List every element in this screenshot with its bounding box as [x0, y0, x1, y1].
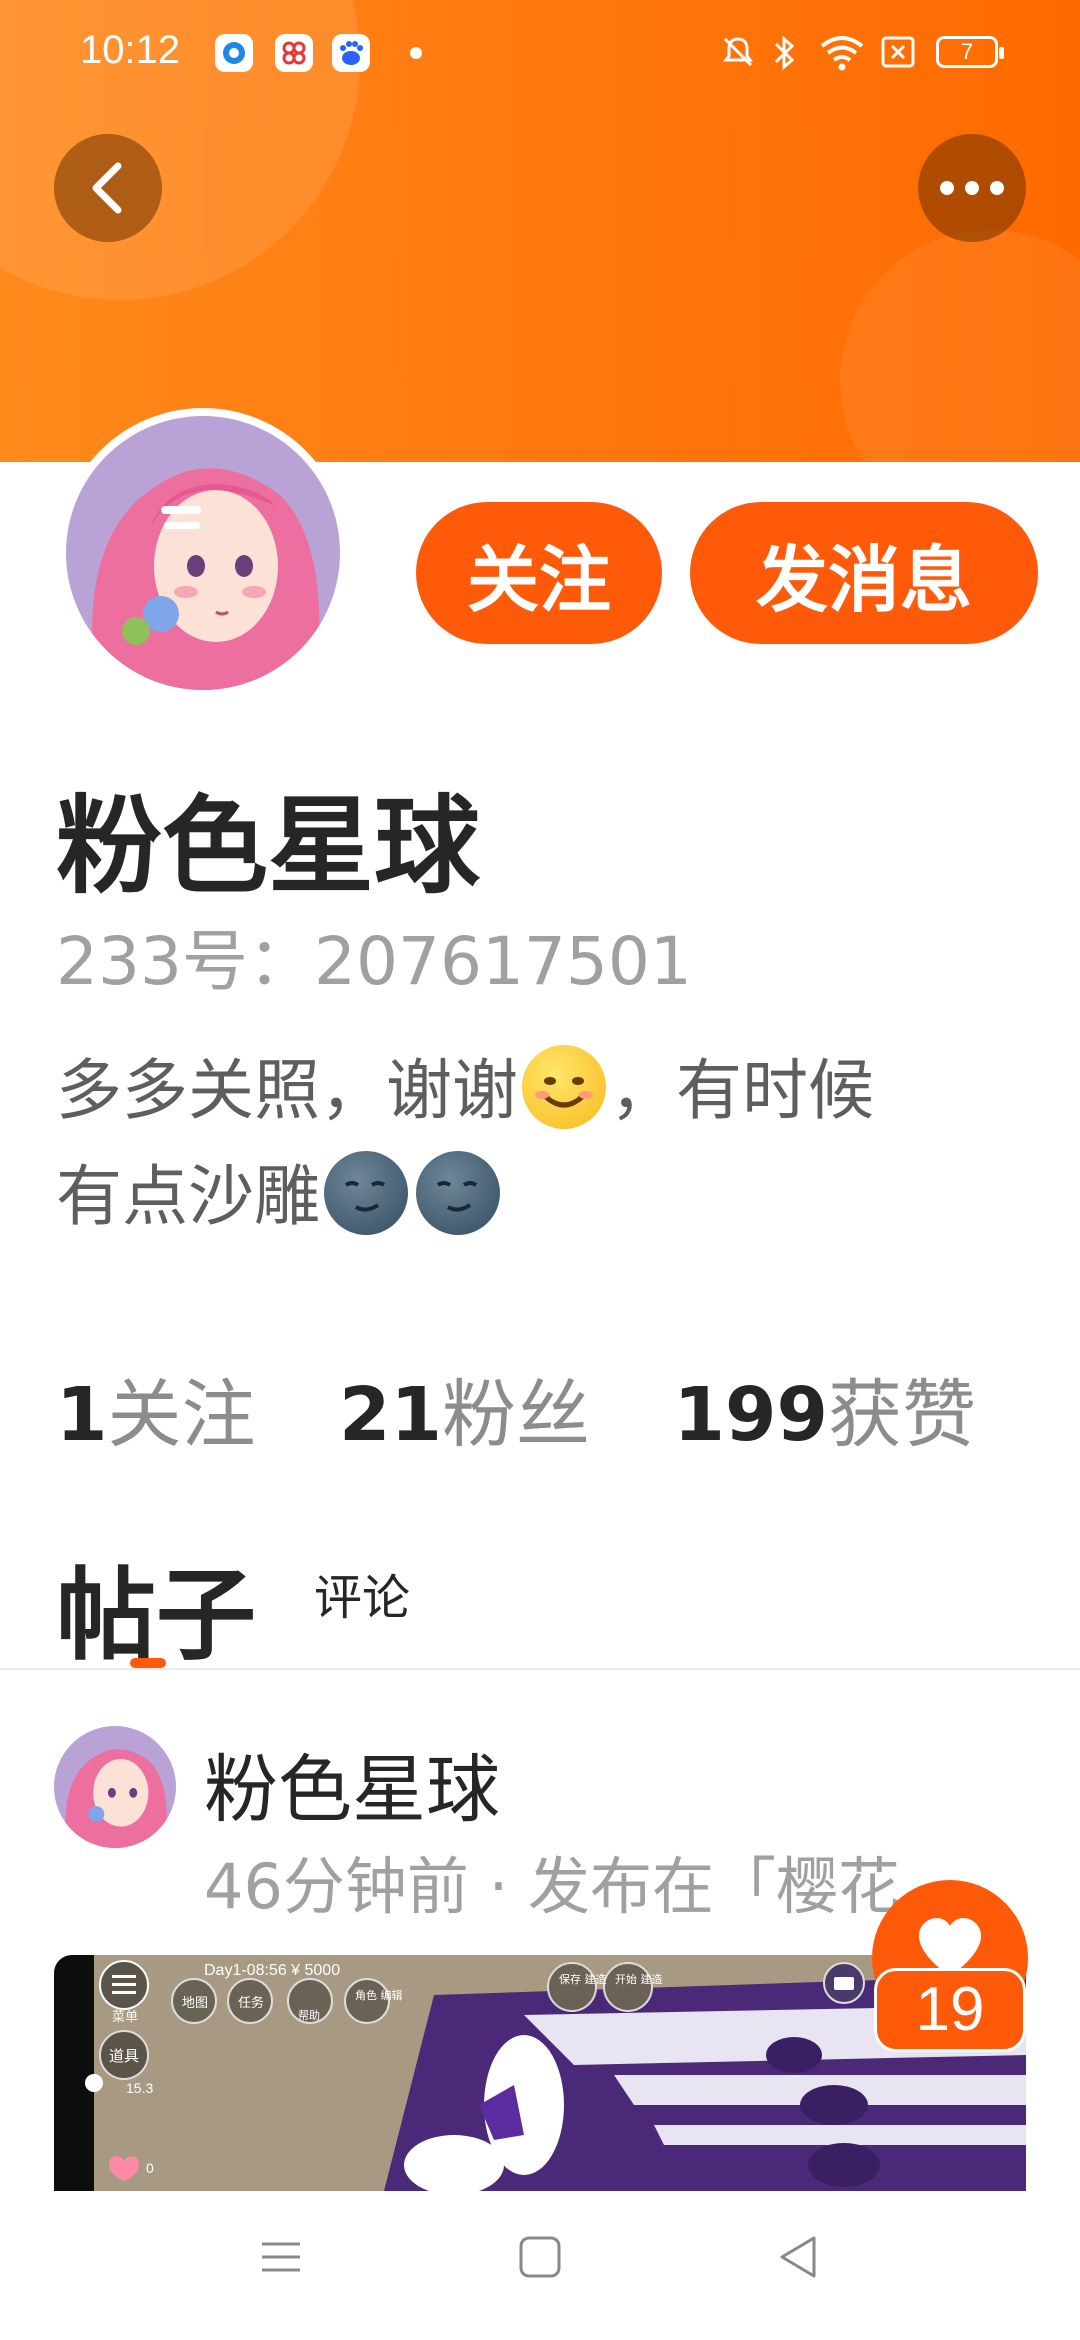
hud-menu-label: 菜单	[112, 2010, 138, 2025]
hud-map-label: 地图	[182, 1996, 208, 2011]
status-time: 10:12	[80, 28, 181, 72]
menu-icon[interactable]	[256, 2232, 306, 2282]
baidu-icon	[332, 34, 370, 72]
more-notifications-dot	[410, 47, 422, 59]
tab-comments[interactable]: 评论	[314, 1558, 410, 1628]
back-triangle-icon[interactable]	[774, 2232, 824, 2282]
wifi-icon	[820, 36, 864, 71]
followers-label: 粉丝	[442, 1372, 591, 1458]
following-label: 关注	[107, 1372, 256, 1458]
profile-header-banner: 10:12 7	[0, 0, 1080, 462]
home-square-icon[interactable]	[515, 2232, 565, 2282]
app-notification-icon	[215, 34, 253, 72]
likes-count: 199	[673, 1372, 829, 1458]
post-author-avatar[interactable]	[54, 1726, 176, 1848]
bio-text: 多多关照，谢谢	[56, 1052, 518, 1129]
bio-text: ，有时候	[610, 1052, 874, 1129]
profile-bio: 多多关照，谢谢 ，有时候 有点沙雕	[56, 1038, 1026, 1250]
send-message-button[interactable]: 发消息	[690, 502, 1038, 644]
active-tab-indicator	[130, 1658, 166, 1668]
hud-time-label: Day1-08:56 ¥ 5000	[204, 1962, 340, 1979]
hud-task-label: 任务	[238, 1995, 264, 2011]
hud-help-label: 帮助	[298, 2008, 320, 2022]
following-count: 1	[56, 1372, 108, 1458]
likes-stat[interactable]: 199获赞	[674, 1355, 976, 1462]
hud-save-build-label: 保存 建造	[559, 1972, 607, 1986]
new-moon-face-emoji	[324, 1151, 408, 1235]
profile-avatar[interactable]	[58, 408, 348, 698]
profile-id: 233号：207617501	[56, 923, 692, 1000]
like-count-badge: 19	[874, 1968, 1026, 2052]
likes-label: 获赞	[828, 1372, 977, 1458]
hud-hearts-label: 0	[146, 2160, 154, 2176]
profile-stats: 1关注 21粉丝 199获赞	[56, 1355, 1036, 1462]
mute-bell-icon	[723, 37, 753, 67]
hud-character-edit-label: 角色 编辑	[355, 1988, 403, 2002]
more-options-button[interactable]	[918, 134, 1026, 242]
new-moon-face-emoji	[416, 1151, 500, 1235]
bio-text: 有点沙雕	[56, 1158, 320, 1235]
back-button[interactable]	[54, 134, 162, 242]
banner-decoration	[840, 230, 1080, 462]
app-notification-icon	[275, 34, 313, 72]
hud-items-label: 道具	[109, 2047, 139, 2065]
profile-name: 粉色星球	[56, 785, 480, 908]
avatar-image	[66, 416, 340, 690]
following-stat[interactable]: 1关注	[56, 1355, 256, 1462]
more-dots-icon	[940, 181, 1004, 195]
battery-icon: 7	[936, 36, 1004, 68]
status-bar: 10:12 7	[0, 0, 1080, 108]
sim-icon	[881, 36, 915, 68]
chevron-left-icon	[92, 162, 122, 214]
system-navigation-bar	[0, 2192, 1080, 2340]
hud-level-label: 15.3	[126, 2080, 153, 2096]
followers-count: 21	[339, 1372, 443, 1458]
divider	[0, 1668, 1080, 1670]
hud-start-build-label: 开始 建造	[615, 1972, 663, 1986]
follow-button[interactable]: 关注	[416, 502, 662, 644]
smiling-face-emoji	[522, 1045, 606, 1129]
post-author-name[interactable]: 粉色星球	[204, 1730, 500, 1837]
followers-stat[interactable]: 21粉丝	[339, 1355, 590, 1462]
bluetooth-icon	[774, 35, 795, 71]
